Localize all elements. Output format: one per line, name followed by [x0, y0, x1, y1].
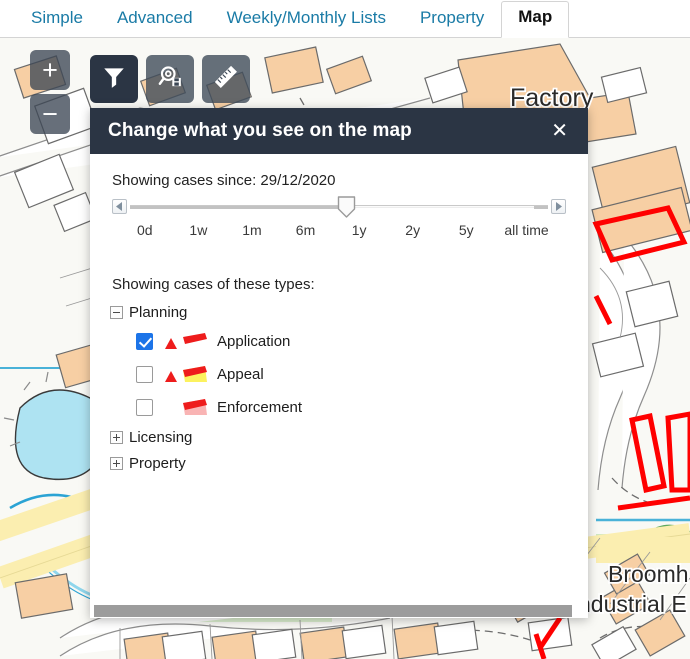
tab-map[interactable]: Map — [501, 1, 570, 38]
checkbox-application[interactable] — [136, 333, 153, 350]
slider-handle[interactable] — [337, 196, 356, 218]
map-toolbar — [90, 55, 250, 103]
slider-tick[interactable]: 1m — [225, 222, 279, 238]
search-save-icon — [157, 63, 184, 95]
map-filter-dialog: Change what you see on the map ✕ Showing… — [90, 108, 588, 618]
tree-item-label: Application — [217, 333, 291, 350]
collapse-icon[interactable] — [110, 305, 123, 319]
case-types-tree: Planning Application Appeal Enforcement … — [110, 299, 568, 476]
slider-increment-button[interactable] — [551, 199, 566, 214]
symbol-application — [161, 331, 211, 353]
slider-tick[interactable]: 2y — [386, 222, 440, 238]
tree-group-property[interactable]: Property — [110, 450, 568, 476]
measure-tool-button[interactable] — [202, 55, 250, 103]
date-slider[interactable] — [112, 195, 566, 221]
filter-icon — [101, 64, 127, 95]
slider-tick[interactable]: 1y — [332, 222, 386, 238]
tree-item-appeal[interactable]: Appeal — [110, 358, 568, 391]
expand-icon[interactable] — [110, 430, 123, 444]
filter-tool-button[interactable] — [90, 55, 138, 103]
slider-tick[interactable]: 5y — [439, 222, 493, 238]
dialog-body: Showing cases since: 29/12/2020 0d 1w 1m — [90, 154, 588, 604]
tree-group-licensing[interactable]: Licensing — [110, 424, 568, 450]
tab-advanced[interactable]: Advanced — [100, 2, 210, 38]
slider-tick[interactable]: all time — [493, 222, 560, 238]
svg-text:ndustrial E: ndustrial E — [578, 591, 687, 617]
search-save-tool-button[interactable] — [146, 55, 194, 103]
checkbox-enforcement[interactable] — [136, 399, 153, 416]
symbol-enforcement — [161, 397, 211, 419]
tree-group-label: Licensing — [129, 428, 193, 446]
slider-right-cap — [534, 206, 548, 209]
showing-cases-since-label: Showing cases since: 29/12/2020 — [112, 172, 336, 189]
slider-tick[interactable]: 0d — [118, 222, 172, 238]
slider-decrement-button[interactable] — [112, 199, 127, 214]
scrollbar-thumb[interactable] — [94, 605, 572, 617]
map-zoom-controls: + − — [30, 50, 70, 134]
slider-filled-range — [130, 206, 344, 209]
tab-weekly-monthly-lists[interactable]: Weekly/Monthly Lists — [210, 2, 403, 38]
case-types-label: Showing cases of these types: — [112, 276, 315, 293]
slider-tick-labels: 0d 1w 1m 6m 1y 2y 5y all time — [110, 222, 568, 238]
zoom-out-button[interactable]: − — [30, 94, 70, 134]
tree-item-application[interactable]: Application — [110, 325, 568, 358]
tab-simple[interactable]: Simple — [14, 2, 100, 38]
zoom-in-button[interactable]: + — [30, 50, 70, 90]
tree-group-label: Planning — [129, 303, 188, 321]
svg-text:Broomh: Broomh — [608, 561, 689, 587]
measure-ruler-icon — [212, 63, 240, 96]
slider-tick[interactable]: 6m — [279, 222, 333, 238]
tree-item-label: Enforcement — [217, 399, 303, 416]
expand-icon[interactable] — [110, 456, 123, 470]
dialog-title: Change what you see on the map — [108, 120, 412, 141]
tree-group-label: Property — [129, 454, 186, 472]
tree-item-label: Appeal — [217, 366, 264, 383]
dialog-horizontal-scrollbar[interactable] — [90, 604, 588, 618]
tab-property[interactable]: Property — [403, 2, 501, 38]
checkbox-appeal[interactable] — [136, 366, 153, 383]
close-icon[interactable]: ✕ — [547, 119, 572, 143]
tree-group-planning[interactable]: Planning — [110, 299, 568, 325]
symbol-appeal — [161, 364, 211, 386]
slider-tick[interactable]: 1w — [172, 222, 226, 238]
main-tab-bar: Simple Advanced Weekly/Monthly Lists Pro… — [0, 0, 690, 38]
dialog-header: Change what you see on the map ✕ — [90, 108, 588, 154]
tree-item-enforcement[interactable]: Enforcement — [110, 391, 568, 424]
